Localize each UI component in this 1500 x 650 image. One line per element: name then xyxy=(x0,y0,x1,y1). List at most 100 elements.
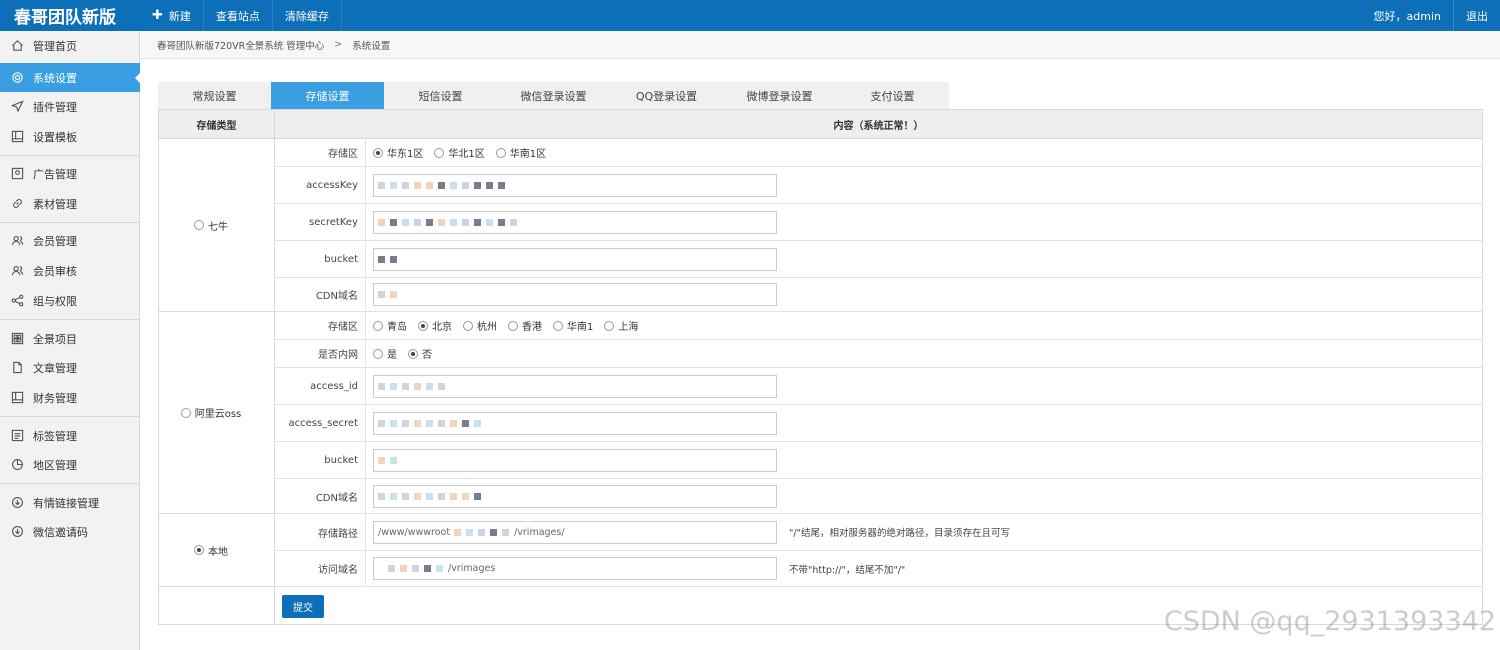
sidebar-item-label: 插件管理 xyxy=(33,100,77,114)
sidebar-item-finance[interactable]: 财务管理 xyxy=(0,383,140,412)
users-icon xyxy=(10,234,24,248)
qiniu-region-south1[interactable]: 华南1区 xyxy=(495,145,547,160)
sidebar-item-friend-links[interactable]: 有情链接管理 xyxy=(0,488,140,517)
domain-suffix-text: /vrimages xyxy=(448,563,496,574)
tab-storage[interactable]: 存储设置 xyxy=(271,82,384,109)
submit-button[interactable]: 提交 xyxy=(282,595,324,618)
view-site-link[interactable]: 查看站点 xyxy=(204,0,273,31)
tab-payment[interactable]: 支付设置 xyxy=(836,82,949,109)
book-icon xyxy=(10,391,24,405)
share-icon xyxy=(10,294,24,308)
local-domain-hint: 不带"http://"，结尾不加"/" xyxy=(789,564,906,576)
tab-sms[interactable]: 短信设置 xyxy=(384,82,497,109)
local-path-input[interactable]: /www/wwwroot/vrimages/ xyxy=(373,520,777,544)
storage-type-local[interactable]: 本地 xyxy=(159,514,275,587)
aliyun-label: 阿里云oss xyxy=(194,409,242,420)
aliyun-region-shanghai[interactable]: 上海 xyxy=(604,318,638,333)
local-domain-input[interactable]: /vrimages xyxy=(373,557,777,580)
aliyun-bucket-label: bucket xyxy=(275,442,366,478)
sidebar-item-label: 会员审核 xyxy=(33,264,77,278)
sidebar-item-label: 组与权限 xyxy=(33,294,77,308)
qiniu-cdn-input[interactable] xyxy=(373,283,777,306)
top-bar: 春哥团队新版 ✚ 新建 查看站点 清除缓存 您好，admin 退出 xyxy=(0,0,1500,31)
clear-cache-link[interactable]: 清除缓存 xyxy=(273,0,342,31)
sidebar-item-ads[interactable]: 广告管理 xyxy=(0,159,140,188)
tab-qq-login[interactable]: QQ登录设置 xyxy=(610,82,723,109)
radio-label: 青岛 xyxy=(387,322,407,333)
radio-dot xyxy=(553,320,563,331)
tab-wechat-login[interactable]: 微信登录设置 xyxy=(497,82,610,109)
ad-icon xyxy=(10,167,24,181)
aliyun-region-qingdao[interactable]: 青岛 xyxy=(373,318,407,333)
tab-weibo-login[interactable]: 微博登录设置 xyxy=(723,82,836,109)
qiniu-region-east1[interactable]: 华东1区 xyxy=(373,145,423,160)
qiniu-secret-key-row: secretKey xyxy=(275,204,1482,241)
radio-dot xyxy=(373,147,383,158)
sidebar-item-label: 素材管理 xyxy=(33,197,77,211)
aliyun-intranet-yes[interactable]: 是 xyxy=(373,346,397,361)
grid-icon xyxy=(10,332,24,346)
sidebar-item-articles[interactable]: 文章管理 xyxy=(0,353,140,382)
radio-label: 北京 xyxy=(432,322,452,333)
link-icon xyxy=(10,197,24,211)
radio-label: 华东1区 xyxy=(387,149,424,160)
aliyun-access-secret-label: access_secret xyxy=(275,405,366,441)
sidebar-item-wechat-invite[interactable]: 微信邀请码 xyxy=(0,517,140,546)
sidebar-item-label: 系统设置 xyxy=(33,71,77,85)
sidebar-item-label: 广告管理 xyxy=(33,167,77,181)
qiniu-access-key-label: accessKey xyxy=(275,167,366,203)
aliyun-radio[interactable]: 阿里云oss xyxy=(180,405,242,420)
local-label: 本地 xyxy=(208,546,228,558)
qiniu-radio[interactable]: 七牛 xyxy=(194,218,228,233)
sidebar-item-tags[interactable]: 标签管理 xyxy=(0,421,140,450)
aliyun-cdn-label: CDN域名 xyxy=(275,479,366,513)
logout-link[interactable]: 退出 xyxy=(1453,0,1500,31)
storage-settings-table: 存储类型 内容（系统正常！） 七牛 存储区 华东1区 华北1区 华南1区 acc… xyxy=(158,109,1483,625)
sidebar-item-materials[interactable]: 素材管理 xyxy=(0,189,140,218)
qiniu-secret-key-input[interactable] xyxy=(373,210,777,234)
radio-label: 华南1区 xyxy=(509,149,547,160)
radio-dot xyxy=(373,320,383,331)
sidebar-item-label: 全景项目 xyxy=(33,332,77,346)
aliyun-access-id-input[interactable] xyxy=(373,374,777,398)
aliyun-bucket-input[interactable] xyxy=(373,448,777,472)
aliyun-region-hongkong[interactable]: 香港 xyxy=(508,318,542,333)
aliyun-intranet-no[interactable]: 否 xyxy=(408,346,432,361)
local-domain-row: 访问域名 /vrimages 不带"http://"，结尾不加"/" xyxy=(275,551,1482,587)
top-nav: ✚ 新建 查看站点 清除缓存 xyxy=(140,0,342,31)
storage-type-aliyun[interactable]: 阿里云oss xyxy=(159,312,275,514)
sidebar-divider xyxy=(0,416,140,417)
tab-general[interactable]: 常规设置 xyxy=(158,82,271,109)
aliyun-intranet-label: 是否内网 xyxy=(275,340,366,367)
sidebar-item-panorama[interactable]: 全景项目 xyxy=(0,324,140,353)
qiniu-access-key-input[interactable] xyxy=(373,173,777,197)
sidebar-item-plugins[interactable]: 插件管理 xyxy=(0,92,140,121)
sidebar-item-member-review[interactable]: 会员审核 xyxy=(0,256,140,285)
aliyun-access-secret-input[interactable] xyxy=(373,411,777,435)
radio-dot xyxy=(418,320,428,331)
breadcrumb-root[interactable]: 春哥团队新版720VR全景系统 管理中心 xyxy=(157,38,324,52)
home-icon xyxy=(10,39,24,53)
template-icon xyxy=(10,130,24,144)
new-button[interactable]: ✚ 新建 xyxy=(140,0,204,31)
send-icon xyxy=(10,100,24,114)
radio-dot xyxy=(180,407,191,418)
aliyun-region-hangzhou[interactable]: 杭州 xyxy=(463,318,497,333)
aliyun-region-beijing[interactable]: 北京 xyxy=(418,318,452,333)
column-header-storage-type: 存储类型 xyxy=(159,110,275,139)
local-radio[interactable]: 本地 xyxy=(194,543,228,558)
aliyun-cdn-input[interactable] xyxy=(373,484,777,508)
sidebar-item-templates[interactable]: 设置模板 xyxy=(0,122,140,151)
qiniu-bucket-input[interactable] xyxy=(373,247,777,271)
aliyun-region-south1[interactable]: 华南1 xyxy=(553,318,593,333)
sidebar-item-system-settings[interactable]: 系统设置 xyxy=(0,63,141,92)
aliyun-region-row: 存储区 青岛 北京 杭州 香港 华南1 上海 xyxy=(275,312,1482,340)
sidebar-item-regions[interactable]: 地区管理 xyxy=(0,450,140,479)
storage-type-qiniu[interactable]: 七牛 xyxy=(159,139,275,312)
local-path-hint: "/"结尾，相对服务器的绝对路径，目录须存在且可写 xyxy=(789,528,1010,539)
sidebar-item-home[interactable]: 管理首页 xyxy=(0,31,140,60)
aliyun-access-id-label: access_id xyxy=(275,368,366,404)
sidebar-item-groups-permissions[interactable]: 组与权限 xyxy=(0,286,140,315)
qiniu-region-north1[interactable]: 华北1区 xyxy=(434,145,485,160)
sidebar-item-members[interactable]: 会员管理 xyxy=(0,226,140,255)
